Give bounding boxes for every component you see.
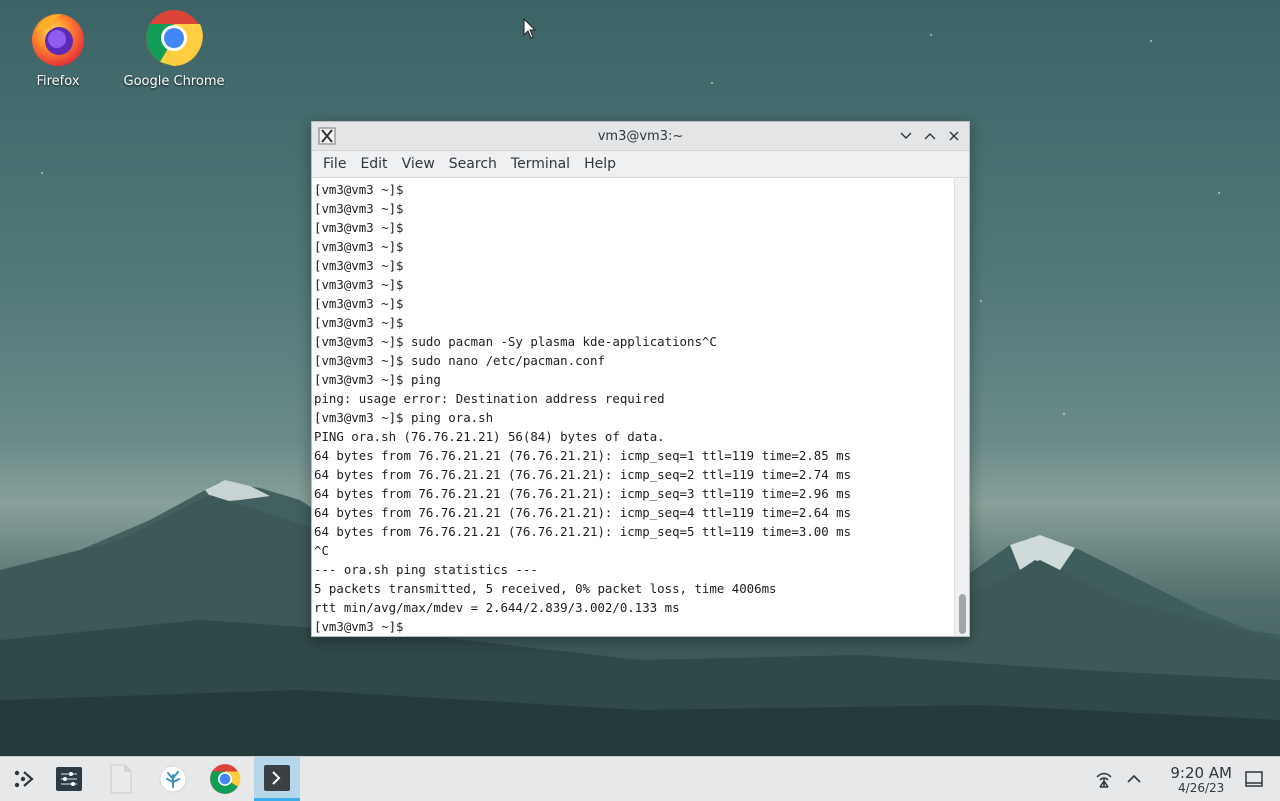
menu-bar: File Edit View Search Terminal Help (312, 151, 969, 178)
network-icon (1096, 772, 1112, 788)
terminal-line: [vm3@vm3 ~]$ sudo pacman -Sy plasma kde-… (314, 334, 717, 349)
terminal-output[interactable]: [vm3@vm3 ~]$ [vm3@vm3 ~]$ [vm3@vm3 ~]$ [vm3… (312, 178, 969, 636)
menu-edit[interactable]: Edit (353, 153, 394, 175)
terminal-line: [vm3@vm3 ~]$ (314, 182, 404, 197)
digital-clock[interactable]: 9:20 AM 4/26/23 (1170, 765, 1232, 795)
taskbar-system-settings[interactable] (46, 757, 92, 801)
scrollbar-thumb[interactable] (959, 594, 966, 634)
show-desktop-icon (1245, 771, 1263, 787)
close-icon (949, 131, 959, 141)
terminal-line: 64 bytes from 76.76.21.21 (76.76.21.21):… (314, 505, 852, 520)
firefox-icon (28, 8, 88, 68)
terminal-line: [vm3@vm3 ~]$ (314, 258, 404, 273)
window-title: vm3@vm3:~ (597, 128, 684, 144)
terminal-window[interactable]: vm3@vm3:~ File Edit View Search Terminal… (311, 121, 970, 637)
maximize-button[interactable] (919, 125, 941, 147)
window-titlebar[interactable]: vm3@vm3:~ (312, 122, 969, 151)
menu-search[interactable]: Search (442, 153, 504, 175)
taskbar: 9:20 AM 4/26/23 (0, 756, 1280, 801)
chrome-icon (144, 8, 204, 68)
menu-help[interactable]: Help (577, 153, 623, 175)
terminal-line: ^C (314, 543, 329, 558)
terminal-line: [vm3@vm3 ~]$ ping ora.sh (314, 410, 494, 425)
taskbar-file-manager[interactable] (98, 757, 144, 801)
terminal-line: [vm3@vm3 ~]$ (314, 220, 404, 235)
close-button[interactable] (943, 125, 965, 147)
desktop-icon-label: Google Chrome (123, 74, 225, 89)
menu-file[interactable]: File (316, 153, 353, 175)
mouse-pointer-icon (523, 18, 537, 39)
chrome-icon (210, 764, 241, 794)
terminal-line: 64 bytes from 76.76.21.21 (76.76.21.21):… (314, 524, 852, 539)
desktop-icon-firefox[interactable]: Firefox (3, 8, 113, 89)
terminal-line: ping: usage error: Destination address r… (314, 391, 665, 406)
expand-tray-icon (1127, 774, 1141, 783)
terminal-scrollbar[interactable] (954, 178, 969, 636)
clock-date: 4/26/23 (1178, 781, 1225, 795)
terminal-line: [vm3@vm3 ~]$ ping (314, 372, 441, 387)
terminal-line: [vm3@vm3 ~]$ (314, 296, 404, 311)
terminal-line: [vm3@vm3 ~]$ (314, 619, 404, 634)
minimize-button[interactable] (895, 125, 917, 147)
tray-expand-button[interactable] (1114, 757, 1154, 801)
minimize-icon (900, 132, 912, 139)
terminal-line: [vm3@vm3 ~]$ (314, 315, 404, 330)
maximize-icon (924, 133, 936, 140)
terminal-line: [vm3@vm3 ~]$ sudo nano /etc/pacman.conf (314, 353, 605, 368)
file-manager-icon (110, 764, 132, 794)
terminal-line: --- ora.sh ping statistics --- (314, 562, 538, 577)
desktop-icon-label: Firefox (36, 74, 80, 89)
terminal-line: 64 bytes from 76.76.21.21 (76.76.21.21):… (314, 467, 852, 482)
terminal-icon (264, 764, 290, 791)
show-desktop-button[interactable] (1234, 757, 1274, 801)
taskbar-discover[interactable] (150, 757, 196, 801)
terminal-line: [vm3@vm3 ~]$ (314, 277, 404, 292)
terminal-line: [vm3@vm3 ~]$ (314, 201, 404, 216)
terminal-line: PING ora.sh (76.76.21.21) 56(84) bytes o… (314, 429, 665, 444)
discover-icon (159, 765, 187, 793)
xterm-app-icon[interactable] (318, 127, 336, 145)
terminal-line: 5 packets transmitted, 5 received, 0% pa… (314, 581, 777, 596)
terminal-line: 64 bytes from 76.76.21.21 (76.76.21.21):… (314, 448, 852, 463)
system-settings-icon (56, 767, 82, 791)
taskbar-chrome[interactable] (202, 757, 248, 801)
app-launcher-button[interactable] (0, 757, 46, 801)
menu-view[interactable]: View (395, 153, 442, 175)
taskbar-terminal[interactable] (254, 757, 300, 801)
terminal-line: rtt min/avg/max/mdev = 2.644/2.839/3.002… (314, 600, 680, 615)
clock-time: 9:20 AM (1170, 764, 1232, 782)
menu-terminal[interactable]: Terminal (504, 153, 577, 175)
app-launcher-icon (14, 770, 34, 788)
desktop-icon-chrome[interactable]: Google Chrome (119, 8, 229, 89)
terminal-line: [vm3@vm3 ~]$ (314, 239, 404, 254)
terminal-line: 64 bytes from 76.76.21.21 (76.76.21.21):… (314, 486, 852, 501)
